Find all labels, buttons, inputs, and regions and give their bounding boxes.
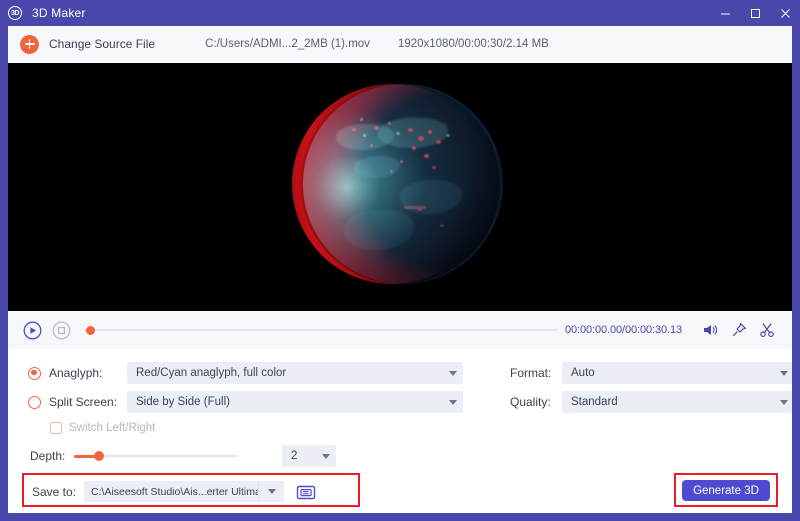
split-screen-value: Side by Side (Full)	[136, 396, 230, 408]
chevron-down-icon	[449, 370, 457, 376]
app-window: 3D 3D Maker Change Source File C:/Users/…	[0, 0, 800, 521]
split-screen-radio[interactable]	[28, 395, 41, 409]
anaglyph-earth-image	[292, 84, 503, 290]
minimize-icon[interactable]	[710, 0, 740, 26]
anaglyph-select[interactable]: Red/Cyan anaglyph, full color	[127, 362, 463, 384]
switch-left-right-label: Switch Left/Right	[69, 422, 156, 434]
close-icon[interactable]	[770, 0, 800, 26]
depth-value: 2	[291, 450, 298, 462]
maximize-icon[interactable]	[740, 0, 770, 26]
source-file-path: C:/Users/ADMI...2_2MB (1).mov	[205, 38, 370, 50]
split-screen-select[interactable]: Side by Side (Full)	[127, 391, 463, 413]
settings-left-column: Anaglyph: Red/Cyan anaglyph, full color …	[8, 349, 492, 469]
depth-slider[interactable]	[74, 450, 238, 462]
switch-lr-row: Switch Left/Right	[50, 417, 492, 439]
client-area: Change Source File C:/Users/ADMI...2_2MB…	[8, 26, 792, 513]
transport-bar: 00:00:00.00/00:00:30.13	[8, 311, 792, 349]
anaglyph-radio[interactable]	[28, 366, 41, 380]
bottom-bar: Save to: C:\Aiseesoft Studio\Ais...erter…	[8, 469, 792, 513]
quality-row: Quality: Standard	[492, 388, 792, 416]
timeline-scrubber[interactable]	[84, 323, 558, 337]
anaglyph-label: Anaglyph:	[49, 366, 103, 380]
scrubber-track	[84, 329, 558, 331]
format-value: Auto	[571, 367, 595, 379]
switch-left-right-checkbox[interactable]	[50, 422, 62, 434]
folder-browse-icon[interactable]	[294, 482, 318, 502]
change-source-file-button[interactable]: Change Source File	[49, 37, 155, 51]
save-path-dropdown-button[interactable]	[258, 481, 285, 502]
scrubber-handle[interactable]	[86, 325, 95, 335]
format-select[interactable]: Auto	[562, 362, 792, 384]
save-to-group: Save to: C:\Aiseesoft Studio\Ais...erter…	[32, 481, 318, 502]
stop-circle-icon[interactable]	[51, 320, 72, 341]
pin-snapshot-icon[interactable]	[728, 319, 750, 341]
depth-select[interactable]: 2	[282, 445, 336, 467]
anaglyph-row: Anaglyph: Red/Cyan anaglyph, full color	[8, 359, 492, 387]
plus-circle-icon[interactable]	[20, 34, 39, 54]
save-path-field[interactable]: C:\Aiseesoft Studio\Ais...erter Ultimate…	[84, 481, 259, 502]
save-to-label: Save to:	[32, 484, 77, 499]
quality-select[interactable]: Standard	[562, 391, 792, 413]
depth-label: Depth:	[30, 449, 66, 463]
play-circle-icon[interactable]	[22, 320, 43, 341]
chevron-down-icon	[322, 453, 330, 459]
split-screen-label: Split Screen:	[49, 395, 118, 409]
video-preview[interactable]	[8, 63, 792, 311]
volume-icon[interactable]	[700, 319, 722, 341]
anaglyph-value: Red/Cyan anaglyph, full color	[136, 367, 287, 379]
source-bar: Change Source File C:/Users/ADMI...2_2MB…	[8, 26, 792, 63]
title-bar: 3D 3D Maker	[0, 0, 800, 26]
scissors-icon[interactable]	[756, 319, 778, 341]
save-path-value: C:\Aiseesoft Studio\Ais...erter Ultimate…	[91, 485, 259, 498]
depth-slider-handle[interactable]	[94, 451, 104, 461]
chevron-down-icon	[780, 399, 788, 405]
window-title: 3D Maker	[32, 6, 86, 20]
settings-panel: Anaglyph: Red/Cyan anaglyph, full color …	[8, 349, 792, 469]
quality-value: Standard	[571, 396, 618, 408]
chevron-down-icon	[267, 489, 276, 494]
time-display: 00:00:00.00/00:00:30.13	[565, 324, 682, 336]
generate-3d-button[interactable]: Generate 3D	[682, 480, 770, 501]
app-3d-icon: 3D	[8, 6, 22, 20]
format-label: Format:	[510, 366, 552, 380]
chevron-down-icon	[449, 399, 457, 405]
split-screen-row: Split Screen: Side by Side (Full)	[8, 388, 492, 416]
window-controls	[710, 0, 800, 26]
settings-right-column: Format: Auto Quality: Standard	[492, 349, 792, 469]
earth-surface-detail	[300, 84, 500, 284]
chevron-down-icon	[780, 370, 788, 376]
format-row: Format: Auto	[492, 359, 792, 387]
depth-row: Depth: 2	[8, 443, 492, 469]
quality-label: Quality:	[510, 395, 551, 409]
source-file-meta: 1920x1080/00:00:30/2.14 MB	[397, 38, 549, 50]
